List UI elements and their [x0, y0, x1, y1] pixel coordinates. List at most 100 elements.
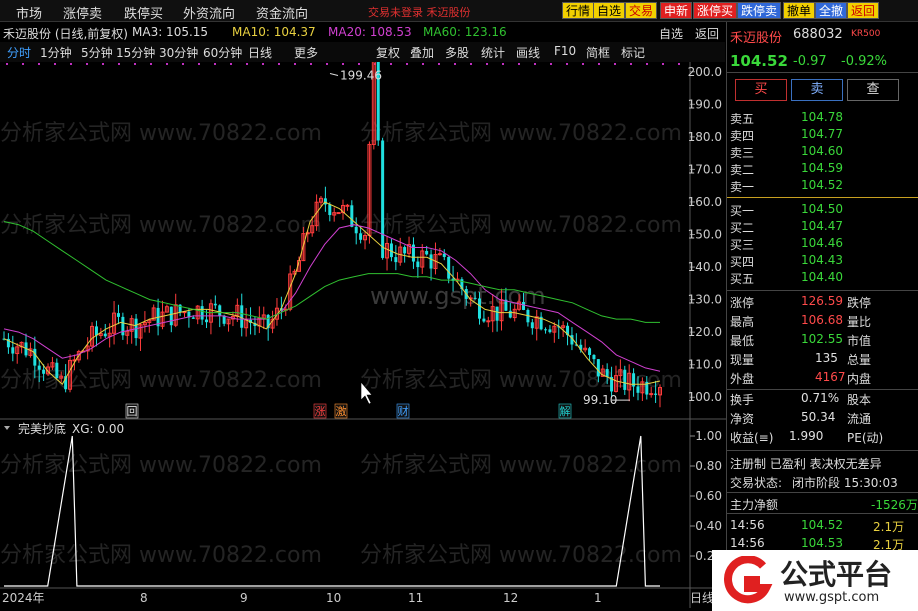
tool-button[interactable]: 复权: [376, 44, 400, 61]
price-axis-label: 180.0: [688, 130, 722, 144]
ceiling-dot: [182, 63, 184, 65]
top-button[interactable]: 涨停买: [693, 2, 738, 19]
tool-button[interactable]: F10: [554, 44, 576, 58]
ceiling-dot: [86, 63, 88, 65]
candle-body: [447, 256, 451, 279]
sell-button[interactable]: 卖: [791, 79, 843, 101]
ceiling-dot: [566, 63, 568, 65]
bid-price[interactable]: 104.50: [801, 202, 843, 216]
stock-tag: KR500: [851, 29, 881, 39]
ask-label: 卖一: [730, 180, 755, 194]
candle-body: [218, 305, 222, 316]
candle-body: [33, 348, 37, 366]
candle-body: [605, 369, 609, 377]
top-button[interactable]: 撤单: [783, 2, 816, 19]
top-button[interactable]: 申新: [660, 2, 693, 19]
period-tab[interactable]: 60分钟: [203, 44, 242, 61]
watermark-text: 分析家公式网 www.70822.com: [360, 543, 682, 568]
ask-price[interactable]: 104.52: [801, 178, 843, 192]
ceiling-dot: [390, 63, 392, 65]
ask-price[interactable]: 104.78: [801, 110, 843, 124]
candle-body: [354, 226, 358, 234]
event-mark[interactable]: 解: [560, 404, 571, 418]
candle-body: [623, 369, 627, 390]
event-mark[interactable]: 回: [127, 405, 138, 418]
ceiling-dot: [294, 63, 296, 65]
tool-button[interactable]: 统计: [481, 44, 505, 61]
indicator-title: 完美抄底: [18, 421, 66, 436]
stat2-label-2: 流通: [847, 412, 872, 426]
event-mark[interactable]: 财: [398, 404, 409, 418]
period-tab[interactable]: 1分钟: [40, 44, 72, 61]
stat2-label-2: 股本: [847, 393, 872, 407]
stat2-label: 净资: [730, 412, 755, 426]
indicator-axis-label: 1.00: [695, 429, 722, 443]
top-button[interactable]: 行情: [562, 2, 595, 19]
event-mark[interactable]: 涨: [315, 405, 326, 418]
period-tab[interactable]: 更多: [294, 44, 318, 61]
stock-flags: 注册制 已盈利 表决权无差异: [730, 457, 882, 471]
tool-button[interactable]: 多股: [445, 44, 469, 61]
top-button[interactable]: 全撤: [815, 2, 848, 19]
price-axis-label: 190.0: [688, 97, 722, 111]
bid-price[interactable]: 104.47: [801, 219, 843, 233]
bid-price[interactable]: 104.43: [801, 253, 843, 267]
collapse-icon[interactable]: [4, 426, 10, 430]
chart-title: 禾迈股份 (日线,前复权): [3, 27, 128, 41]
candle-body: [442, 253, 446, 257]
top-button[interactable]: 跌停卖: [737, 2, 782, 19]
bid-price[interactable]: 104.46: [801, 236, 843, 250]
divider: [727, 290, 918, 291]
watchlist-button[interactable]: 自选: [659, 25, 683, 42]
ask-price[interactable]: 104.59: [801, 161, 843, 175]
top-button[interactable]: 返回: [847, 2, 880, 19]
period-tab[interactable]: 分时: [7, 44, 31, 61]
period-tab[interactable]: 30分钟: [159, 44, 198, 61]
candle-body: [103, 333, 107, 337]
candle-body: [240, 305, 244, 328]
bid-price[interactable]: 104.40: [801, 270, 843, 284]
nav-capital-flow[interactable]: 资金流向: [256, 3, 308, 22]
stat-label-2: 内盘: [847, 372, 872, 386]
ceiling-dot: [534, 63, 536, 65]
tool-button[interactable]: 简框: [586, 44, 610, 61]
period-tab[interactable]: 日线: [248, 44, 272, 61]
top-button[interactable]: 交易: [625, 2, 658, 19]
ask-price[interactable]: 104.60: [801, 144, 843, 158]
ceiling-dot: [342, 63, 344, 65]
kline-chart[interactable]: 200.0 190.0 180.0 170.0 160.0 150.0 140.0 130.0…: [0, 62, 726, 608]
ceiling-dot: [422, 63, 424, 65]
stat2-label: 收益(≡): [730, 431, 774, 445]
ceiling-dot: [326, 63, 328, 65]
candle-body: [477, 298, 481, 319]
stat-label-2: 市值: [847, 334, 872, 348]
nav-market[interactable]: 市场: [16, 3, 42, 22]
top-menu-bar: 市场 涨停卖 跌停买 外资流向 资金流向 交易未登录 禾迈股份 行情 自选 交易 申新…: [0, 0, 918, 22]
tool-button[interactable]: 画线: [516, 44, 540, 61]
nav-limit-up-sell[interactable]: 涨停卖: [63, 3, 102, 22]
stock-name: 禾迈股份: [730, 31, 783, 46]
candle-body: [548, 329, 552, 333]
tool-button[interactable]: 叠加: [410, 44, 434, 61]
candle-body: [425, 250, 429, 255]
nav-foreign-flow[interactable]: 外资流向: [183, 3, 235, 22]
ask-price[interactable]: 104.77: [801, 127, 843, 141]
back-button[interactable]: 返回: [695, 25, 719, 42]
period-tab[interactable]: 15分钟: [116, 44, 155, 61]
nav-limit-down-buy[interactable]: 跌停买: [124, 3, 163, 22]
period-tab[interactable]: 5分钟: [81, 44, 113, 61]
event-mark[interactable]: 激: [336, 404, 347, 418]
ceiling-dot: [54, 63, 56, 65]
query-button[interactable]: 查: [847, 79, 899, 101]
ceiling-dot: [438, 63, 440, 65]
candle-body: [37, 365, 41, 370]
trade-login-alert[interactable]: 交易未登录 禾迈股份: [368, 4, 471, 20]
top-button[interactable]: 自选: [593, 2, 626, 19]
price-axis-label: 110.0: [688, 358, 722, 372]
candle-body: [323, 198, 327, 205]
buy-button[interactable]: 买: [735, 79, 787, 101]
tool-button[interactable]: 标记: [621, 44, 645, 61]
ceiling-dot: [678, 63, 680, 65]
ceiling-dot: [38, 63, 40, 65]
tick-time: 14:56: [730, 518, 765, 532]
